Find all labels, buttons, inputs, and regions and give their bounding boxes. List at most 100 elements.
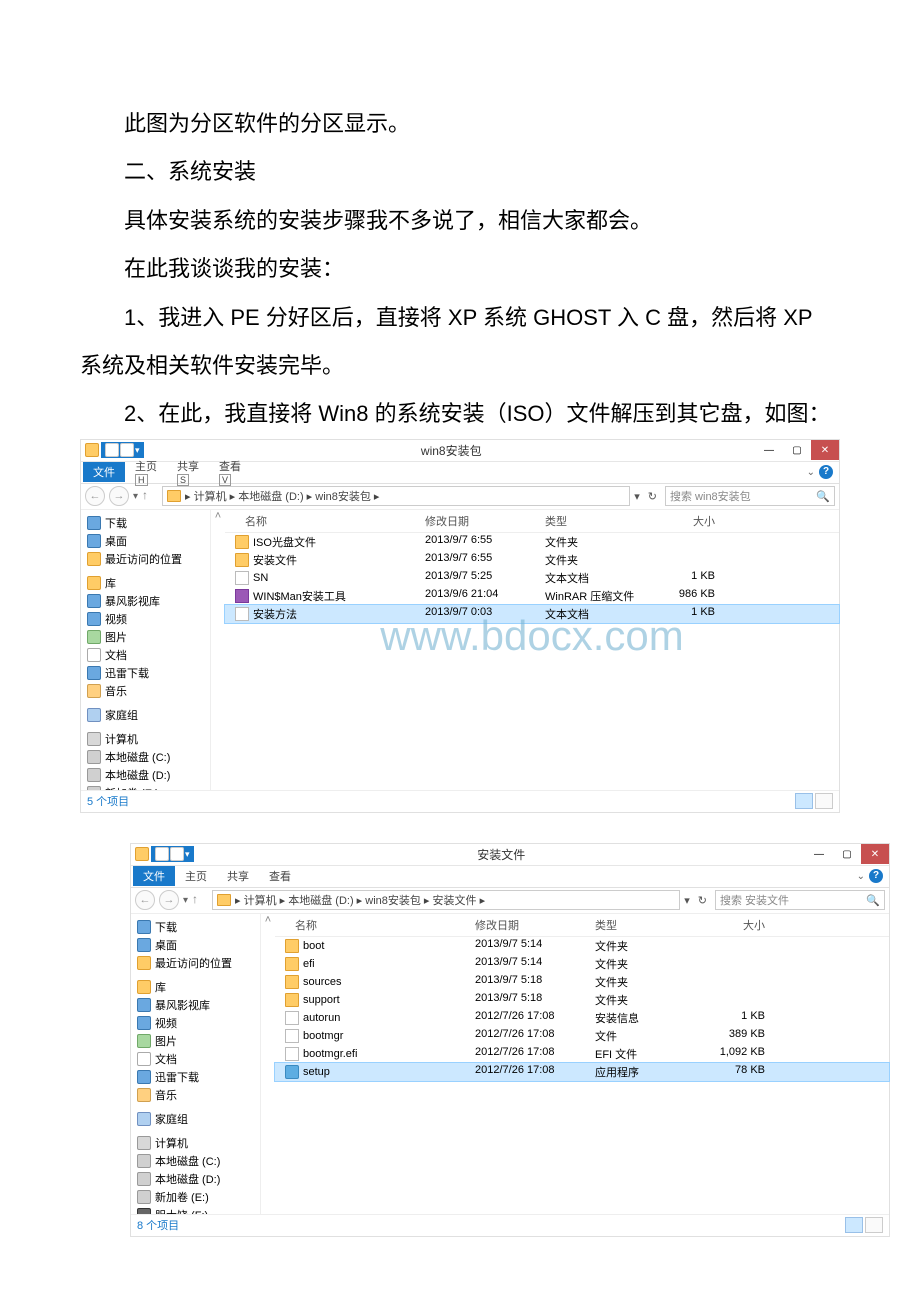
breadcrumb[interactable]: ▸ 计算机 ▸ 本地磁盘 (D:) ▸ win8安装包 ▸ 安装文件 ▸	[235, 892, 485, 908]
nav-history-dropdown[interactable]: ▾	[133, 491, 138, 502]
qat-icon[interactable]	[120, 443, 134, 457]
file-row[interactable]: WIN$Man安装工具 2013/9/6 21:04 WinRAR 压缩文件 9…	[225, 587, 839, 605]
nav-up-button[interactable]: ↑	[192, 892, 208, 908]
file-row[interactable]: ISO光盘文件 2013/9/7 6:55 文件夹	[225, 533, 839, 551]
nav-item-drive-e[interactable]: 新加卷 (E:)	[131, 1188, 260, 1206]
close-button[interactable]: ✕	[861, 844, 889, 864]
nav-item-downloads[interactable]: 下载	[131, 918, 260, 936]
qat-dropdown-icon[interactable]: ▾	[135, 445, 140, 456]
addr-dropdown-icon[interactable]: ▾	[634, 490, 640, 503]
nav-item[interactable]: 音乐	[131, 1086, 260, 1104]
view-icons-button[interactable]	[815, 793, 833, 809]
tab-view[interactable]: 查看V	[209, 456, 251, 488]
close-button[interactable]: ✕	[811, 440, 839, 460]
nav-history-dropdown[interactable]: ▾	[183, 895, 188, 906]
chevron-down-icon[interactable]: ⌄	[807, 467, 815, 478]
nav-item[interactable]: 视频	[131, 1014, 260, 1032]
file-row[interactable]: boot 2013/9/7 5:14文件夹	[275, 937, 889, 955]
nav-forward-button[interactable]: →	[109, 486, 129, 506]
nav-item-desktop[interactable]: 桌面	[81, 532, 210, 550]
qat-dropdown-icon[interactable]: ▾	[185, 849, 190, 860]
col-size[interactable]: 大小	[705, 917, 785, 933]
col-date[interactable]: 修改日期	[425, 513, 545, 529]
help-icon[interactable]: ?	[819, 465, 833, 479]
file-row[interactable]: autorun 2012/7/26 17:08安装信息1 KB	[275, 1009, 889, 1027]
chevron-down-icon[interactable]: ⌄	[857, 871, 865, 882]
nav-item-drive-c[interactable]: 本地磁盘 (C:)	[81, 748, 210, 766]
nav-item[interactable]: 文档	[81, 646, 210, 664]
nav-item-homegroup[interactable]: 家庭组	[131, 1110, 260, 1128]
col-type[interactable]: 类型	[545, 513, 655, 529]
view-details-button[interactable]	[845, 1217, 863, 1233]
file-row[interactable]: support 2013/9/7 5:18文件夹	[275, 991, 889, 1009]
file-row-selected[interactable]: 安装方法 2013/9/7 0:03 文本文档 1 KB	[225, 605, 839, 623]
nav-item[interactable]: 迅雷下载	[131, 1068, 260, 1086]
nav-item-drive-f[interactable]: 胆大饶 (F:)	[131, 1206, 260, 1214]
minimize-button[interactable]: —	[805, 844, 833, 864]
search-input[interactable]: 搜索 安装文件 🔍	[715, 890, 885, 910]
col-name[interactable]: 名称	[225, 513, 425, 529]
tab-file[interactable]: 文件	[133, 866, 175, 886]
nav-back-button[interactable]: ←	[85, 486, 105, 506]
search-input[interactable]: 搜索 win8安装包 🔍	[665, 486, 835, 506]
maximize-button[interactable]: ▢	[783, 440, 811, 460]
nav-item[interactable]: 视频	[81, 610, 210, 628]
nav-item-libraries[interactable]: 库	[81, 574, 210, 592]
minimize-button[interactable]: —	[755, 440, 783, 460]
tab-share[interactable]: 共享S	[167, 456, 209, 488]
refresh-button[interactable]: ↻	[694, 894, 711, 907]
nav-item-recent[interactable]: 最近访问的位置	[81, 550, 210, 568]
nav-item-drive-d[interactable]: 本地磁盘 (D:)	[131, 1170, 260, 1188]
qat-icon[interactable]	[155, 847, 169, 861]
nav-item-recent[interactable]: 最近访问的位置	[131, 954, 260, 972]
refresh-button[interactable]: ↻	[644, 490, 661, 503]
qat-icon[interactable]	[170, 847, 184, 861]
view-details-button[interactable]	[795, 793, 813, 809]
tab-home[interactable]: 主页	[175, 866, 217, 886]
nav-item[interactable]: 迅雷下载	[81, 664, 210, 682]
file-row[interactable]: 安装文件 2013/9/7 6:55 文件夹	[225, 551, 839, 569]
scroll-up-icon[interactable]: ˄	[261, 914, 275, 1214]
nav-item[interactable]: 图片	[81, 628, 210, 646]
nav-item-downloads[interactable]: 下载	[81, 514, 210, 532]
nav-item-homegroup[interactable]: 家庭组	[81, 706, 210, 724]
nav-item[interactable]: 图片	[131, 1032, 260, 1050]
nav-item[interactable]: 文档	[131, 1050, 260, 1068]
nav-item-drive-e[interactable]: 新加卷 (E:)	[81, 784, 210, 790]
nav-forward-button[interactable]: →	[159, 890, 179, 910]
col-name[interactable]: 名称	[275, 917, 475, 933]
nav-up-button[interactable]: ↑	[142, 488, 158, 504]
maximize-button[interactable]: ▢	[833, 844, 861, 864]
titlebar[interactable]: ▾ 安装文件 — ▢ ✕	[131, 844, 889, 866]
scroll-up-icon[interactable]: ˄	[211, 510, 225, 790]
qat-icon[interactable]	[105, 443, 119, 457]
nav-item[interactable]: 暴风影视库	[131, 996, 260, 1014]
nav-item-drive-c[interactable]: 本地磁盘 (C:)	[131, 1152, 260, 1170]
view-icons-button[interactable]	[865, 1217, 883, 1233]
file-row[interactable]: bootmgr 2012/7/26 17:08文件389 KB	[275, 1027, 889, 1045]
file-row[interactable]: bootmgr.efi 2012/7/26 17:08EFI 文件1,092 K…	[275, 1045, 889, 1063]
nav-item-libraries[interactable]: 库	[131, 978, 260, 996]
addr-dropdown-icon[interactable]: ▾	[684, 894, 690, 907]
nav-item-desktop[interactable]: 桌面	[131, 936, 260, 954]
col-size[interactable]: 大小	[655, 513, 735, 529]
nav-item[interactable]: 暴风影视库	[81, 592, 210, 610]
nav-item-drive-d[interactable]: 本地磁盘 (D:)	[81, 766, 210, 784]
tab-share[interactable]: 共享	[217, 866, 259, 886]
file-row[interactable]: efi 2013/9/7 5:14文件夹	[275, 955, 889, 973]
nav-item-computer[interactable]: 计算机	[81, 730, 210, 748]
nav-item[interactable]: 音乐	[81, 682, 210, 700]
tab-file[interactable]: 文件	[83, 462, 125, 482]
column-headers[interactable]: 名称 修改日期 类型 大小	[275, 914, 889, 937]
file-row-selected[interactable]: setup 2012/7/26 17:08应用程序78 KB	[275, 1063, 889, 1081]
col-date[interactable]: 修改日期	[475, 917, 595, 933]
tab-view[interactable]: 查看	[259, 866, 301, 886]
file-row[interactable]: sources 2013/9/7 5:18文件夹	[275, 973, 889, 991]
file-row[interactable]: SN 2013/9/7 5:25 文本文档 1 KB	[225, 569, 839, 587]
address-bar[interactable]: ▸ 计算机 ▸ 本地磁盘 (D:) ▸ win8安装包 ▸ 安装文件 ▸	[212, 890, 680, 910]
tab-home[interactable]: 主页H	[125, 456, 167, 488]
col-type[interactable]: 类型	[595, 917, 705, 933]
breadcrumb[interactable]: ▸ 计算机 ▸ 本地磁盘 (D:) ▸ win8安装包 ▸	[185, 488, 379, 504]
nav-item-computer[interactable]: 计算机	[131, 1134, 260, 1152]
column-headers[interactable]: 名称 修改日期 类型 大小	[225, 510, 839, 533]
